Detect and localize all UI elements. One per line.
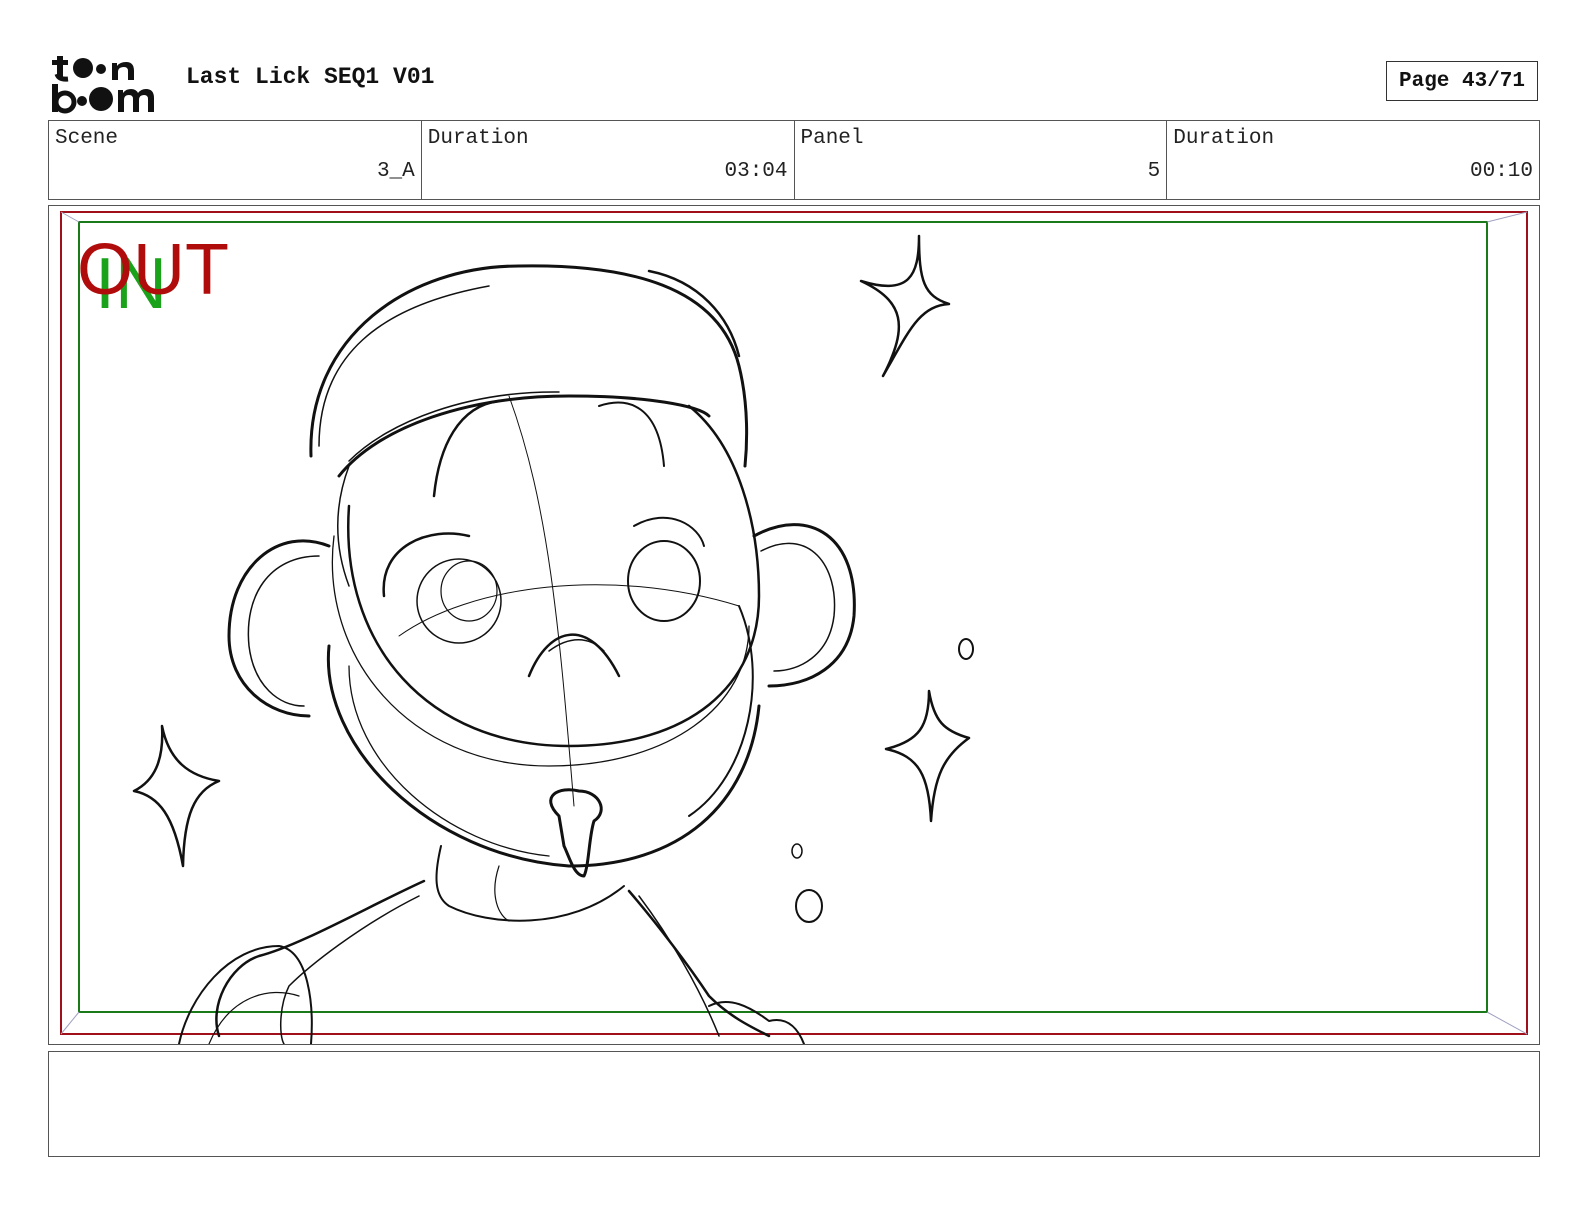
sparkle-left xyxy=(132,724,221,868)
scene-duration-label: Duration xyxy=(427,127,529,150)
panel-duration-label: Duration xyxy=(1173,127,1275,150)
hair-outline xyxy=(309,264,749,468)
panel-duration-cell: Duration 00:10 xyxy=(1167,121,1539,199)
panel-cell: Panel 5 xyxy=(795,121,1168,199)
right-ear xyxy=(752,523,856,688)
scene-cell: Scene 3_A xyxy=(49,121,422,199)
sparkle-top xyxy=(859,234,951,378)
scene-info-table: Scene 3_A Duration 03:04 Panel 5 Duratio… xyxy=(48,120,1540,200)
outer-frame xyxy=(60,211,1528,1035)
face-outline xyxy=(346,404,761,748)
scene-duration-value: 03:04 xyxy=(724,160,788,183)
caption-box xyxy=(48,1051,1540,1157)
droplet-1 xyxy=(958,638,974,660)
nose xyxy=(527,633,621,678)
right-shoulder xyxy=(627,889,771,1038)
document-title: Last Lick SEQ1 V01 xyxy=(186,64,435,90)
toon-boom-logo xyxy=(52,56,154,114)
storyboard-panel: IN OUT xyxy=(48,205,1540,1045)
droplet-2 xyxy=(791,843,803,859)
panel-label: Panel xyxy=(800,127,864,150)
out-marker: OUT xyxy=(77,230,229,310)
droplet-3 xyxy=(795,889,823,923)
scene-label: Scene xyxy=(55,127,119,150)
scene-duration-cell: Duration 03:04 xyxy=(422,121,795,199)
panel-value: 5 xyxy=(1147,160,1161,183)
scene-value: 3_A xyxy=(376,160,415,183)
safe-frame xyxy=(78,221,1488,1013)
panel-duration-value: 00:10 xyxy=(1469,160,1533,183)
tongue xyxy=(549,788,603,878)
sketch-drawing xyxy=(60,211,1528,1044)
page-number-box: Page 43/71 xyxy=(1386,61,1538,101)
sparkle-middle xyxy=(884,689,971,823)
